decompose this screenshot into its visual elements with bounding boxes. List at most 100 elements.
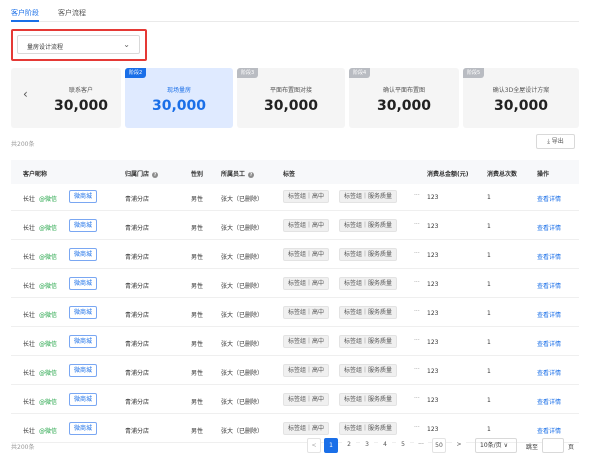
stage-badge: 阶段2	[125, 68, 147, 78]
header-nickname: 客户昵称	[23, 171, 48, 178]
stage-name: 平面布置图对接	[269, 87, 312, 94]
more-tags-icon[interactable]: ···	[414, 366, 420, 373]
amount-cell: 123	[427, 223, 439, 230]
label-tag: 标签组｜服务质量	[339, 393, 398, 406]
page-button[interactable]: 3	[360, 438, 374, 453]
more-tags-icon[interactable]: ···	[414, 308, 420, 315]
gender-cell: 男性	[191, 283, 204, 290]
count-cell: 1	[487, 339, 491, 346]
header-store: 归属门店?	[125, 169, 159, 178]
amount-cell: 123	[427, 194, 439, 201]
gender-cell: 男性	[191, 399, 204, 406]
more-tags-icon[interactable]: ···	[414, 337, 420, 344]
pagination-total: 共200条	[11, 444, 35, 451]
shop-tag: 微商城	[69, 219, 98, 232]
tab-customer-stage[interactable]: 客户阶段	[11, 8, 39, 22]
stage-badge: 阶段4	[349, 68, 371, 78]
count-cell: 1	[487, 281, 491, 288]
table-header: 客户昵称 归属门店? 性别 所属员工? 标签 消费总金额(元) 消费总次数 操作	[11, 160, 579, 184]
view-detail-link[interactable]: 查看详情	[537, 223, 561, 232]
header-amount: 消费总金额(元)	[427, 171, 469, 178]
amount-cell: 123	[427, 339, 439, 346]
stage-card-3[interactable]: 阶段3 平面布置图对接 30,000	[237, 68, 345, 128]
process-select-value: 量房设计流程	[27, 44, 64, 51]
tab-customer-process[interactable]: 客户流程	[58, 8, 86, 18]
page-button[interactable]: 5	[396, 438, 410, 453]
wechat-label: @微信	[39, 283, 58, 290]
more-tags-icon[interactable]: ···	[414, 192, 420, 199]
store-cell: 青浦分店	[125, 312, 150, 319]
view-detail-link[interactable]: 查看详情	[537, 310, 561, 319]
stage-value: 30,000	[151, 98, 207, 114]
wechat-label: @微信	[39, 312, 58, 319]
count-cell: 1	[487, 252, 491, 259]
view-detail-link[interactable]: 查看详情	[537, 426, 561, 435]
stage-card-2[interactable]: 阶段2 现场量房 30,000	[125, 68, 233, 128]
view-detail-link[interactable]: 查看详情	[537, 339, 561, 348]
export-button[interactable]: ⤓ 导出	[536, 134, 575, 149]
table-row: 长壮 @微信 微商城 青浦分店 男性 张大（已删除） 标签组｜高中 标签组｜服务…	[11, 184, 579, 211]
staff-cell: 张大（已删除）	[221, 283, 264, 290]
more-tags-icon[interactable]: ···	[414, 221, 420, 228]
info-icon[interactable]: ?	[152, 171, 159, 178]
gender-cell: 男性	[191, 225, 204, 232]
store-cell: 青浦分店	[125, 225, 150, 232]
shop-tag: 微商城	[69, 393, 98, 406]
label-tag: 标签组｜高中	[283, 422, 330, 435]
more-tags-icon[interactable]: ···	[414, 279, 420, 286]
page-size-select[interactable]: 10条/页 ∨	[475, 438, 517, 453]
page-button[interactable]: 50	[432, 438, 446, 453]
info-icon[interactable]: ?	[248, 171, 255, 178]
customer-name: 长壮	[23, 399, 36, 406]
chevron-left-icon[interactable]: ‹	[23, 87, 28, 101]
goto-suffix: 页	[568, 444, 575, 451]
page-button[interactable]: 2	[342, 438, 356, 453]
table-row: 长壮 @微信 微商城 青浦分店 男性 张大（已删除） 标签组｜高中 标签组｜服务…	[11, 242, 579, 269]
view-detail-link[interactable]: 查看详情	[537, 281, 561, 290]
prev-page-button[interactable]: <	[307, 438, 321, 453]
stage-card-4[interactable]: 阶段4 确认平面布置图 30,000	[349, 68, 459, 128]
store-cell: 青浦分店	[125, 399, 150, 406]
more-tags-icon[interactable]: ···	[414, 424, 420, 431]
next-page-button[interactable]: >	[452, 438, 466, 453]
stage-value: 30,000	[376, 98, 432, 114]
customer-name: 长壮	[23, 370, 36, 377]
view-detail-link[interactable]: 查看详情	[537, 194, 561, 203]
view-detail-link[interactable]: 查看详情	[537, 368, 561, 377]
gender-cell: 男性	[191, 370, 204, 377]
table-row: 长壮 @微信 微商城 青浦分店 男性 张大（已删除） 标签组｜高中 标签组｜服务…	[11, 387, 579, 414]
label-tag: 标签组｜高中	[283, 248, 330, 261]
label-tag: 标签组｜高中	[283, 364, 330, 377]
wechat-label: @微信	[39, 428, 58, 435]
page-button[interactable]: 4	[378, 438, 392, 453]
customer-name: 长壮	[23, 312, 36, 319]
process-select[interactable]: 量房设计流程 ⌄	[17, 35, 140, 54]
amount-cell: 123	[427, 252, 439, 259]
stage-card-prev[interactable]: ‹ 联系客户 30,000	[11, 68, 121, 128]
page-ellipsis: ···	[414, 438, 428, 453]
shop-tag: 微商城	[69, 422, 98, 435]
goto-page-input[interactable]	[542, 438, 564, 453]
amount-cell: 123	[427, 397, 439, 404]
shop-tag: 微商城	[69, 190, 98, 203]
label-tag: 标签组｜服务质量	[339, 422, 398, 435]
store-cell: 青浦分店	[125, 428, 150, 435]
label-tag: 标签组｜高中	[283, 393, 330, 406]
shop-tag: 微商城	[69, 248, 98, 261]
page-button[interactable]: 1	[324, 438, 338, 453]
stage-card-5[interactable]: 阶段5 确认3D全屋设计方案 30,000	[463, 68, 579, 128]
header-store-label: 归属门店	[125, 171, 150, 178]
count-cell: 1	[487, 223, 491, 230]
shop-tag: 微商城	[69, 277, 98, 290]
label-tag: 标签组｜高中	[283, 219, 330, 232]
label-tag: 标签组｜高中	[283, 190, 330, 203]
table-row: 长壮 @微信 微商城 青浦分店 男性 张大（已删除） 标签组｜高中 标签组｜服务…	[11, 358, 579, 385]
more-tags-icon[interactable]: ···	[414, 395, 420, 402]
view-detail-link[interactable]: 查看详情	[537, 252, 561, 261]
view-detail-link[interactable]: 查看详情	[537, 397, 561, 406]
wechat-label: @微信	[39, 341, 58, 348]
label-tag: 标签组｜高中	[283, 277, 330, 290]
header-staff-label: 所属员工	[221, 171, 246, 178]
stage-value: 30,000	[53, 98, 109, 114]
more-tags-icon[interactable]: ···	[414, 250, 420, 257]
